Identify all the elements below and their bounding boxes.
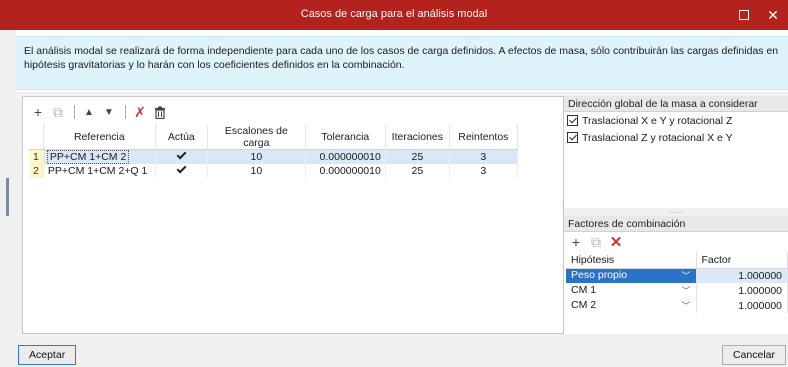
info-banner: El análisis modal se realizará de forma …: [16, 36, 788, 90]
combination-row[interactable]: CM 2 ﹀ 1.000000: [566, 298, 788, 313]
column-header[interactable]: Hipótesis: [566, 252, 697, 269]
column-header[interactable]: Factor: [696, 252, 788, 269]
referencia-cell[interactable]: PP+CM 1+CM 2+Q 1: [43, 163, 156, 178]
main-area: + ⧉ ▲ ▼ ✗ Referencia Actúa Escalones de …: [16, 92, 788, 337]
mass-option-z[interactable]: Traslacional Z y rotacional X e Y: [564, 129, 788, 146]
strip-marker: [6, 178, 9, 216]
cancel-button[interactable]: Cancelar: [721, 345, 786, 365]
hipotesis-select[interactable]: CM 1 ﹀: [566, 283, 697, 298]
mass-option-label: Traslacional Z y rotacional X e Y: [582, 131, 733, 144]
add-icon[interactable]: +: [29, 103, 47, 121]
hipotesis-select[interactable]: Peso propio ﹀: [566, 268, 697, 283]
mass-direction-header: Dirección global de la masa a considerar: [564, 96, 788, 112]
column-header[interactable]: Reintentos: [449, 125, 518, 150]
maximize-icon: [739, 10, 749, 20]
reintentos-cell[interactable]: 3: [449, 149, 518, 164]
dialog-footer: Aceptar Cancelar: [0, 337, 788, 367]
factor-cell[interactable]: 1.000000: [696, 298, 788, 313]
move-up-icon[interactable]: ▲: [80, 103, 98, 121]
table-row[interactable]: 1 PP+CM 1+CM 2 10 0.000000010 25 3: [29, 149, 518, 164]
toolbar-separator: [125, 105, 126, 119]
maximize-button[interactable]: [736, 7, 752, 23]
load-cases-table: Referencia Actúa Escalones de carga Tole…: [29, 125, 518, 178]
load-cases-panel: + ⧉ ▲ ▼ ✗ Referencia Actúa Escalones de …: [22, 96, 564, 334]
factor-cell[interactable]: 1.000000: [696, 268, 788, 283]
mass-direction-panel: Dirección global de la masa a considerar…: [564, 96, 788, 208]
factor-cell[interactable]: 1.000000: [696, 283, 788, 298]
combination-header-row: Hipótesis Factor: [566, 252, 788, 269]
column-header[interactable]: Actúa: [155, 125, 208, 150]
referencia-cell[interactable]: PP+CM 1+CM 2: [43, 149, 156, 164]
combination-header: Factores de combinación: [564, 216, 788, 232]
vertical-splitter[interactable]: ⋮: [559, 203, 567, 229]
row-number: 1: [29, 149, 44, 164]
actua-cell[interactable]: [155, 149, 208, 164]
copy-icon[interactable]: ⧉: [49, 103, 67, 121]
move-down-icon[interactable]: ▼: [100, 103, 118, 121]
copy-icon[interactable]: ⧉: [587, 233, 605, 251]
referencia-value: PP+CM 1+CM 2: [46, 149, 130, 164]
column-header[interactable]: Tolerancia: [305, 125, 386, 150]
column-header[interactable]: Iteraciones: [385, 125, 450, 150]
tolerancia-cell[interactable]: 0.000000010: [305, 149, 386, 164]
mass-option-xy[interactable]: Traslacional X e Y y rotacional Z: [564, 112, 788, 129]
hipotesis-value: CM 2: [571, 299, 597, 311]
escalones-cell[interactable]: 10: [207, 163, 306, 178]
mass-option-checkbox[interactable]: [567, 132, 578, 143]
iteraciones-cell[interactable]: 25: [385, 163, 450, 178]
close-button[interactable]: ✕: [764, 6, 782, 24]
mass-option-label: Traslacional X e Y y rotacional Z: [582, 114, 733, 127]
actua-checkbox[interactable]: [177, 151, 186, 160]
column-header[interactable]: Escalones de carga: [207, 125, 306, 150]
escalones-cell[interactable]: 10: [207, 149, 306, 164]
table-row[interactable]: 2 PP+CM 1+CM 2+Q 1 10 0.000000010 25 3: [29, 163, 518, 178]
left-strip: [0, 30, 16, 367]
row-number-header: [29, 125, 44, 150]
window-title: Casos de carga para el análisis modal: [300, 8, 488, 20]
combination-table: Hipótesis Factor Peso propio ﹀ 1.000000 C…: [566, 252, 788, 313]
delete-icon[interactable]: [151, 103, 169, 121]
add-icon[interactable]: +: [567, 233, 585, 251]
table-header-row: Referencia Actúa Escalones de carga Tole…: [29, 125, 518, 150]
hipotesis-select[interactable]: CM 2 ﹀: [566, 298, 697, 313]
iteraciones-cell[interactable]: 25: [385, 149, 450, 164]
column-header[interactable]: Referencia: [43, 125, 156, 150]
combination-row[interactable]: Peso propio ﹀ 1.000000: [566, 268, 788, 283]
actua-checkbox[interactable]: [177, 165, 186, 174]
chevron-down-icon[interactable]: ﹀: [681, 269, 690, 282]
referencia-value: PP+CM 1+CM 2+Q 1: [47, 164, 148, 177]
hipotesis-value: Peso propio: [571, 269, 628, 282]
combination-panel: Factores de combinación + ⧉ ✕ Hipótesis …: [564, 216, 788, 334]
hipotesis-value: CM 1: [571, 284, 597, 296]
title-bar: Casos de carga para el análisis modal ✕: [0, 0, 788, 30]
toolbar-separator: [74, 105, 75, 119]
delete-icon[interactable]: ✕: [607, 233, 625, 251]
load-cases-toolbar: + ⧉ ▲ ▼ ✗: [29, 103, 171, 121]
mass-option-checkbox[interactable]: [567, 115, 578, 126]
delete-marked-icon[interactable]: ✗: [131, 103, 149, 121]
accept-button[interactable]: Aceptar: [18, 345, 77, 365]
chevron-down-icon[interactable]: ﹀: [681, 299, 690, 312]
row-number: 2: [29, 163, 44, 178]
combination-row[interactable]: CM 1 ﹀ 1.000000: [566, 283, 788, 298]
tolerancia-cell[interactable]: 0.000000010: [305, 163, 386, 178]
chevron-down-icon[interactable]: ﹀: [681, 284, 690, 297]
reintentos-cell[interactable]: 3: [449, 163, 518, 178]
actua-cell[interactable]: [155, 163, 208, 178]
combination-toolbar: + ⧉ ✕: [564, 232, 788, 252]
